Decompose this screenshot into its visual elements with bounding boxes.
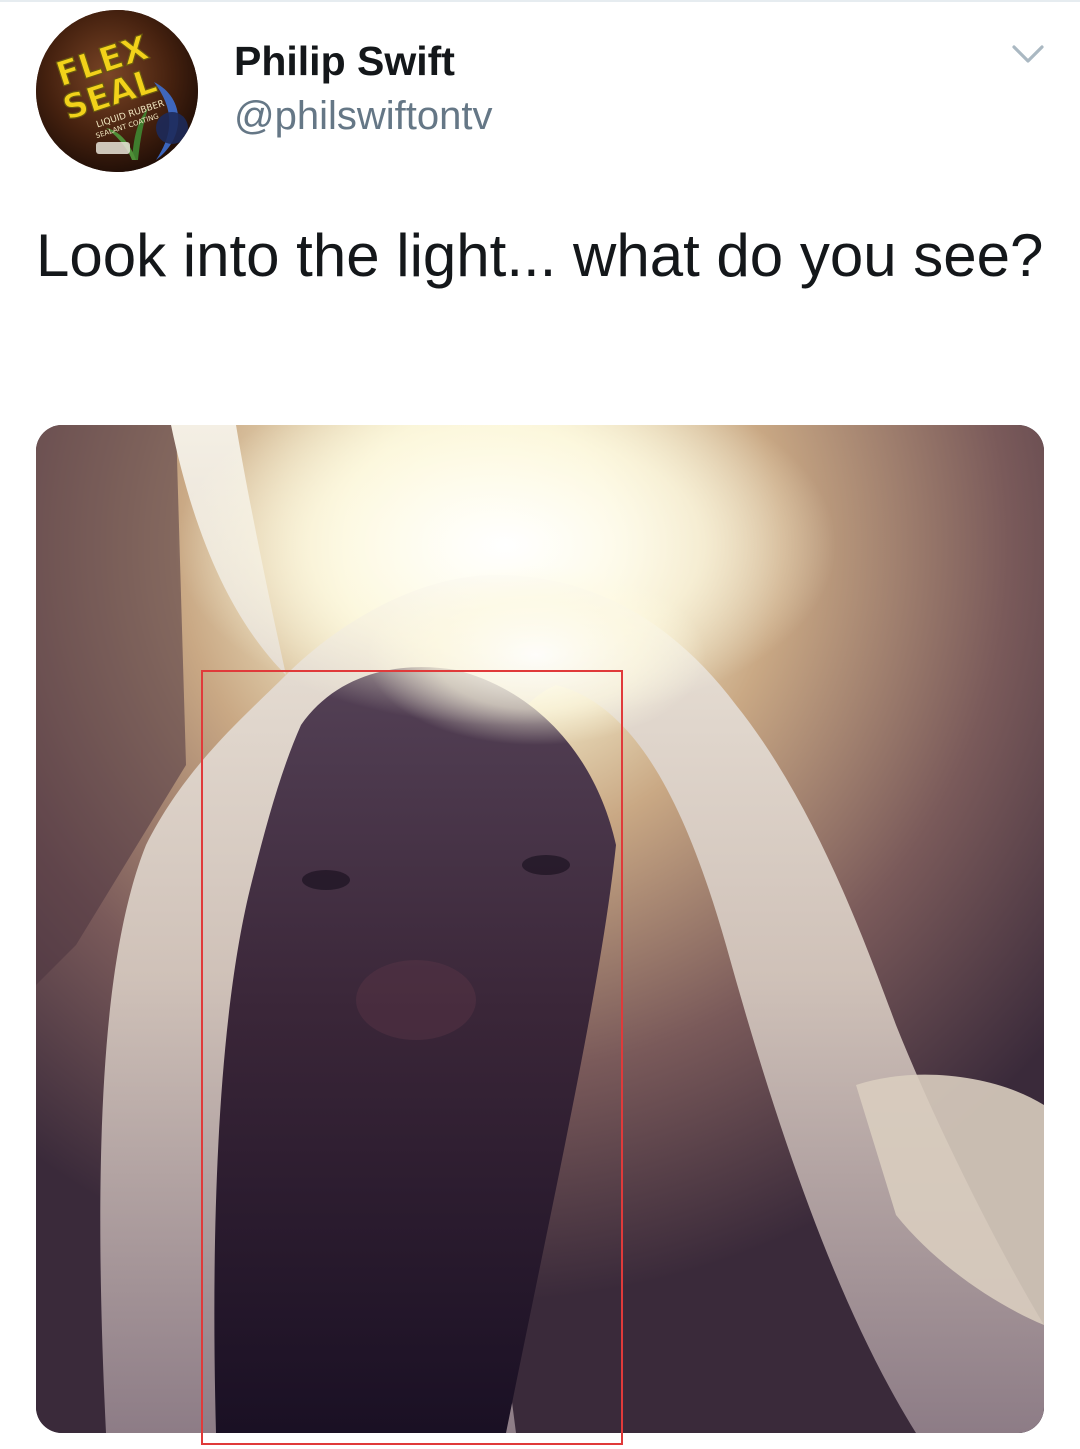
- tweet-photo[interactable]: [36, 425, 1044, 1433]
- display-name[interactable]: Philip Swift: [234, 36, 492, 86]
- tweet-header: FLEX SEAL LIQUID RUBBER SEALANT COATING …: [0, 0, 1080, 190]
- user-handle[interactable]: @philswiftontv: [234, 90, 492, 142]
- tweet-text: Look into the light... what do you see?: [36, 222, 1044, 289]
- more-options-button[interactable]: [1006, 34, 1050, 74]
- chevron-down-icon: [1012, 45, 1044, 63]
- photo-content: [36, 425, 1044, 1433]
- flex-seal-logo: FLEX SEAL LIQUID RUBBER SEALANT COATING: [36, 10, 198, 172]
- avatar[interactable]: FLEX SEAL LIQUID RUBBER SEALANT COATING: [36, 10, 198, 172]
- user-info: Philip Swift @philswiftontv: [234, 36, 492, 142]
